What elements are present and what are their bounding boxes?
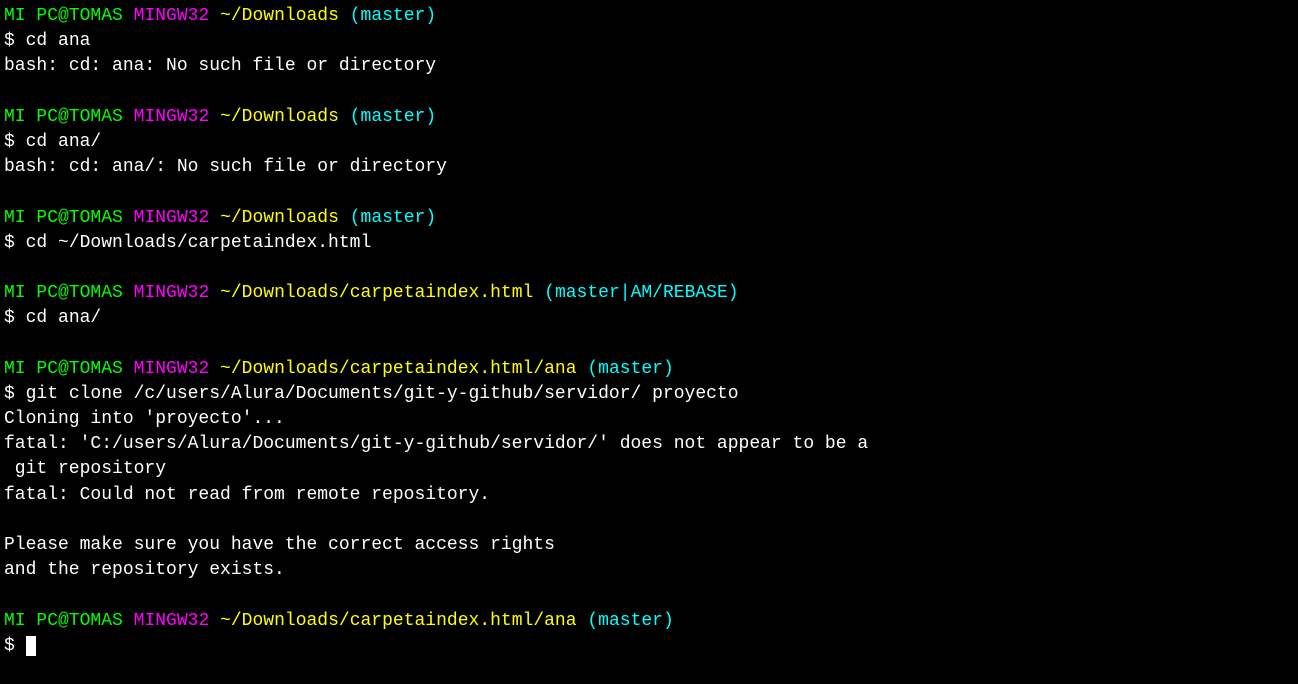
output-line: fatal: 'C:/users/Alura/Documents/git-y-g… (4, 432, 1294, 457)
prompt-line: MI PC@TOMAS MINGW32 ~/Downloads (master) (4, 4, 1294, 29)
command-text: cd ~/Downloads/carpetaindex.html (26, 233, 372, 253)
git-branch: (master) (350, 107, 436, 127)
prompt-char: $ (4, 233, 26, 253)
prompt-line: MI PC@TOMAS MINGW32 ~/Downloads (master) (4, 206, 1294, 231)
output-line: fatal: Could not read from remote reposi… (4, 483, 1294, 508)
working-directory: ~/Downloads (220, 107, 339, 127)
command-line[interactable]: $ cd ~/Downloads/carpetaindex.html (4, 231, 1294, 256)
command-line[interactable]: $ cd ana/ (4, 306, 1294, 331)
output-line: bash: cd: ana/: No such file or director… (4, 155, 1294, 180)
prompt-line: MI PC@TOMAS MINGW32 ~/Downloads/carpetai… (4, 609, 1294, 634)
user-host: MI PC@TOMAS (4, 359, 123, 379)
git-branch: (master) (350, 208, 436, 228)
git-branch: (master|AM/REBASE) (544, 283, 738, 303)
prompt-line: MI PC@TOMAS MINGW32 ~/Downloads/carpetai… (4, 281, 1294, 306)
prompt-char: $ (4, 31, 26, 51)
blank-line (4, 180, 1294, 205)
prompt-char: $ (4, 132, 26, 152)
command-text: cd ana (26, 31, 91, 51)
command-line[interactable]: $ cd ana (4, 29, 1294, 54)
git-branch: (master) (350, 6, 436, 26)
system-name: MINGW32 (134, 611, 210, 631)
system-name: MINGW32 (134, 359, 210, 379)
command-line[interactable]: $ git clone /c/users/Alura/Documents/git… (4, 382, 1294, 407)
git-branch: (master) (587, 611, 673, 631)
prompt-char: $ (4, 384, 26, 404)
user-host: MI PC@TOMAS (4, 208, 123, 228)
command-line[interactable]: $ cd ana/ (4, 130, 1294, 155)
user-host: MI PC@TOMAS (4, 611, 123, 631)
working-directory: ~/Downloads/carpetaindex.html/ana (220, 611, 576, 631)
prompt-line: MI PC@TOMAS MINGW32 ~/Downloads/carpetai… (4, 357, 1294, 382)
working-directory: ~/Downloads (220, 208, 339, 228)
blank-line (4, 256, 1294, 281)
output-line (4, 508, 1294, 533)
prompt-char: $ (4, 636, 26, 656)
system-name: MINGW32 (134, 283, 210, 303)
working-directory: ~/Downloads/carpetaindex.html/ana (220, 359, 576, 379)
prompt-line: MI PC@TOMAS MINGW32 ~/Downloads (master) (4, 105, 1294, 130)
command-text: cd ana/ (26, 132, 102, 152)
working-directory: ~/Downloads/carpetaindex.html (220, 283, 533, 303)
command-text: cd ana/ (26, 308, 102, 328)
user-host: MI PC@TOMAS (4, 6, 123, 26)
blank-line (4, 583, 1294, 608)
blank-line (4, 80, 1294, 105)
command-text: git clone /c/users/Alura/Documents/git-y… (26, 384, 739, 404)
terminal-window[interactable]: MI PC@TOMAS MINGW32 ~/Downloads (master)… (4, 4, 1294, 659)
git-branch: (master) (587, 359, 673, 379)
output-line: bash: cd: ana: No such file or directory (4, 54, 1294, 79)
user-host: MI PC@TOMAS (4, 107, 123, 127)
output-line: Please make sure you have the correct ac… (4, 533, 1294, 558)
user-host: MI PC@TOMAS (4, 283, 123, 303)
prompt-char: $ (4, 308, 26, 328)
output-line: and the repository exists. (4, 558, 1294, 583)
cursor (26, 636, 36, 656)
system-name: MINGW32 (134, 208, 210, 228)
system-name: MINGW32 (134, 107, 210, 127)
output-line: git repository (4, 457, 1294, 482)
system-name: MINGW32 (134, 6, 210, 26)
working-directory: ~/Downloads (220, 6, 339, 26)
command-line[interactable]: $ (4, 634, 1294, 659)
blank-line (4, 331, 1294, 356)
output-line: Cloning into 'proyecto'... (4, 407, 1294, 432)
